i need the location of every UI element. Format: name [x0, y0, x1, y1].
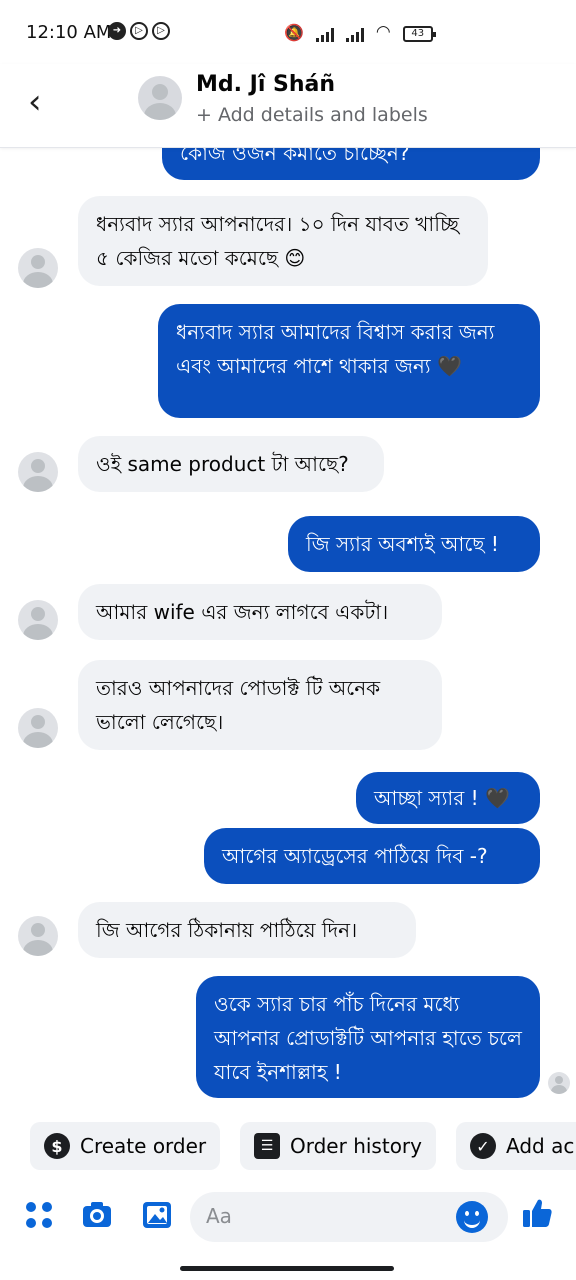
message-bubble-outgoing[interactable]: কোজ ওজন কমাতে চাচ্ছেন?	[162, 148, 540, 180]
wifi-icon: ◠	[375, 22, 391, 42]
message-bubble-outgoing[interactable]: ধন্যবাদ স্যার আমাদের বিশ্বাস করার জন্য এ…	[158, 304, 540, 418]
message-bubble-incoming[interactable]: জি আগের ঠিকানায় পাঠিয়ে দিন।	[78, 902, 416, 958]
emoji-icon[interactable]	[456, 1201, 488, 1233]
signal-1-icon	[315, 26, 334, 42]
message-bubble-incoming[interactable]: ওই same product টা আছে?	[78, 436, 384, 492]
message-list[interactable]: কোজ ওজন কমাতে চাচ্ছেন? ধন্যবাদ স্যার আপন…	[0, 148, 576, 1108]
seen-receipt-avatar	[548, 1072, 570, 1094]
check-circle-icon: ✓	[470, 1133, 496, 1159]
play-notification-icon: ▷	[152, 22, 170, 40]
sender-avatar	[18, 452, 58, 492]
message-bubble-outgoing[interactable]: আচ্ছা স্যার ! 🖤	[356, 772, 540, 824]
message-bubble-outgoing[interactable]: আগের অ্যাড্রেসের পাঠিয়ে দিব -?	[204, 828, 540, 884]
menu-grid-icon[interactable]	[22, 1198, 56, 1232]
message-composer: Aa	[0, 1190, 576, 1246]
status-system-icons: 🔕 ◠ 43	[284, 22, 436, 42]
status-notification-icons: ➜ ▷ ▷	[108, 22, 170, 40]
status-bar: 12:10 AM ➜ ▷ ▷ 🔕 ◠ 43	[0, 0, 576, 64]
message-bubble-incoming[interactable]: ধন্যবাদ স্যার আপনাদের। ১০ দিন যাবত খাচ্ছ…	[78, 196, 488, 286]
messenger-notification-icon: ➜	[108, 22, 126, 40]
order-history-label: Order history	[290, 1134, 422, 1158]
gallery-icon[interactable]	[140, 1198, 174, 1232]
sender-avatar	[18, 916, 58, 956]
create-order-label: Create order	[80, 1134, 207, 1158]
back-arrow-icon[interactable]: ‹	[28, 82, 42, 122]
battery-icon: 43	[402, 26, 436, 42]
mute-bell-icon: 🔕	[284, 23, 304, 42]
signal-2-icon	[345, 26, 364, 42]
create-order-button[interactable]: $ Create order	[30, 1122, 221, 1170]
sender-avatar	[18, 708, 58, 748]
contact-name[interactable]: Md. Jî Sháñ	[196, 72, 335, 97]
contact-avatar[interactable]	[138, 76, 182, 120]
sender-avatar	[18, 248, 58, 288]
message-bubble-incoming[interactable]: তারও আপনাদের পোডাক্ট টি অনেক ভালো লেগেছে…	[78, 660, 442, 750]
message-bubble-outgoing[interactable]: জি স্যার অবশ্যই আছে !	[288, 516, 540, 572]
quick-actions-bar: $ Create order ☰ Order history ✓ Add ac	[0, 1122, 576, 1174]
home-indicator[interactable]	[180, 1266, 394, 1271]
order-history-button[interactable]: ☰ Order history	[240, 1122, 436, 1170]
add-action-button[interactable]: ✓ Add ac	[456, 1122, 576, 1170]
camera-icon[interactable]	[80, 1198, 114, 1232]
status-time: 12:10 AM	[26, 22, 112, 43]
thumbs-up-icon[interactable]	[520, 1196, 554, 1230]
dollar-icon: $	[44, 1133, 70, 1159]
sync-notification-icon: ▷	[130, 22, 148, 40]
add-action-label: Add ac	[506, 1134, 575, 1158]
message-bubble-outgoing[interactable]: ওকে স্যার চার পাঁচ দিনের মধ্যে আপনার প্র…	[196, 976, 540, 1098]
sender-avatar	[18, 600, 58, 640]
add-details-link[interactable]: + Add details and labels	[196, 104, 428, 126]
chat-header: ‹ Md. Jî Sháñ + Add details and labels	[0, 64, 576, 148]
receipt-icon: ☰	[254, 1133, 280, 1159]
message-bubble-incoming[interactable]: আমার wife এর জন্য লাগবে একটা।	[78, 584, 442, 640]
